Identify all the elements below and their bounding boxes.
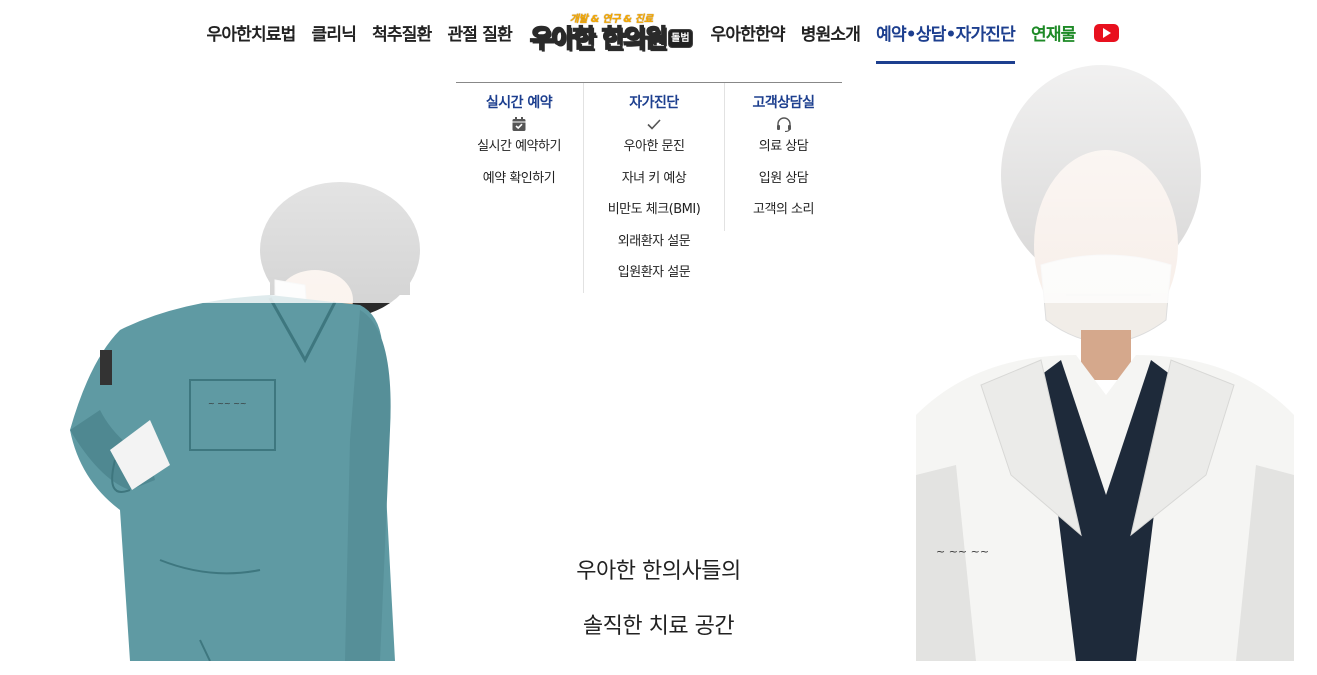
logo-badge: 돌범 bbox=[668, 29, 693, 48]
dropdown-link-check-reservation[interactable]: 예약 확인하기 bbox=[456, 163, 582, 195]
dropdown-link-bmi-check[interactable]: 비만도 체크(BMI) bbox=[584, 194, 724, 226]
dropdown-title-self-diagnosis[interactable]: 자가진단 bbox=[584, 93, 724, 113]
nav-item-series[interactable]: 연재물 bbox=[1031, 0, 1076, 66]
nav-item-about[interactable]: 병원소개 bbox=[801, 0, 861, 66]
nav-item-joint[interactable]: 관절 질환 bbox=[447, 0, 512, 66]
reservation-dropdown-menu: 실시간 예약 실시간 예약하기 예약 확인하기 자가진단 우아한 문진 자녀 키… bbox=[456, 82, 842, 294]
dropdown-column-self-diagnosis: 자가진단 우아한 문진 자녀 키 예상 비만도 체크(BMI) 외래환자 설문 … bbox=[583, 83, 724, 293]
svg-text:~ ~~ ~~: ~ ~~ ~~ bbox=[208, 399, 247, 408]
dropdown-link-inpatient-survey[interactable]: 입원환자 설문 bbox=[584, 257, 724, 289]
dropdown-link-medical-consult[interactable]: 의료 상담 bbox=[725, 131, 842, 163]
dropdown-title-customer-service[interactable]: 고객상담실 bbox=[725, 93, 842, 113]
site-logo[interactable]: 개발 & 연구 & 진료 우아한 한의원 돌범 bbox=[529, 0, 693, 66]
dropdown-link-admission-consult[interactable]: 입원 상담 bbox=[725, 163, 842, 195]
nav-item-reservation[interactable]: 예약•상담•자가진단 bbox=[876, 0, 1016, 66]
nav-item-clinic[interactable]: 클리닉 bbox=[312, 0, 357, 66]
hero-headline-line1: 우아한 한의사들의 bbox=[576, 559, 741, 584]
hero-headline-line2: 솔직한 치료 공간 bbox=[582, 614, 735, 639]
main-navigation: 우아한치료법 클리닉 척추질환 관절 질환 개발 & 연구 & 진료 우아한 한… bbox=[0, 0, 1317, 66]
play-icon bbox=[1103, 28, 1112, 38]
dropdown-column-reservation: 실시간 예약 실시간 예약하기 예약 확인하기 bbox=[456, 83, 582, 194]
dropdown-link-child-height[interactable]: 자녀 키 예상 bbox=[584, 163, 724, 195]
dropdown-link-customer-voice[interactable]: 고객의 소리 bbox=[725, 194, 842, 226]
dropdown-link-outpatient-survey[interactable]: 외래환자 설문 bbox=[584, 226, 724, 258]
nav-list: 우아한치료법 클리닉 척추질환 관절 질환 개발 & 연구 & 진료 우아한 한… bbox=[198, 0, 1119, 66]
youtube-link[interactable] bbox=[1093, 0, 1119, 66]
nav-item-spine[interactable]: 척추질환 bbox=[372, 0, 432, 66]
nav-item-herbal[interactable]: 우아한한약 bbox=[711, 0, 786, 66]
dropdown-links-reservation: 실시간 예약하기 예약 확인하기 bbox=[456, 131, 582, 194]
youtube-icon bbox=[1093, 24, 1119, 42]
dropdown-link-consultation-form[interactable]: 우아한 문진 bbox=[584, 131, 724, 163]
nav-item-treatment[interactable]: 우아한치료법 bbox=[206, 0, 296, 66]
dropdown-links-self-diagnosis: 우아한 문진 자녀 키 예상 비만도 체크(BMI) 외래환자 설문 입원환자 … bbox=[584, 131, 724, 289]
page: ~ ~~ ~~ ~ ~~ ~~ 우아한 한의사들의 솔직한 치료 공간 우아한치… bbox=[0, 0, 1317, 675]
dropdown-column-customer-service: 고객상담실 의료 상담 입원 상담 고객의 소리 bbox=[724, 83, 842, 231]
logo-name: 우아한 한의원 bbox=[529, 24, 668, 53]
dropdown-link-live-reservation[interactable]: 실시간 예약하기 bbox=[456, 131, 582, 163]
dropdown-links-customer-service: 의료 상담 입원 상담 고객의 소리 bbox=[725, 131, 842, 226]
dropdown-title-reservation[interactable]: 실시간 예약 bbox=[456, 93, 582, 113]
logo-row: 우아한 한의원 돌범 bbox=[529, 24, 693, 53]
